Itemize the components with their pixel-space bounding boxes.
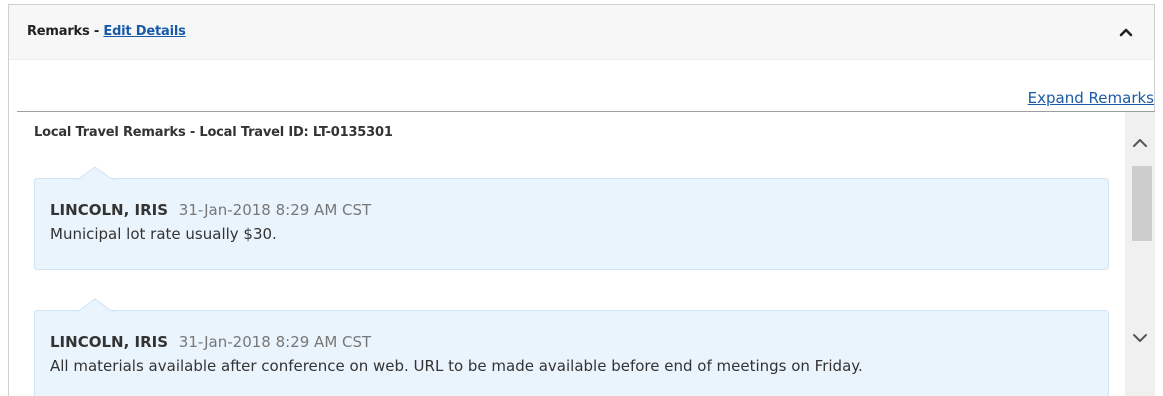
panel-title-text: Remarks - <box>27 24 104 39</box>
scroll-up-button[interactable] <box>1125 130 1155 156</box>
scroll-thumb[interactable] <box>1132 166 1152 241</box>
edit-details-link[interactable]: Edit Details <box>103 24 185 39</box>
chevron-up-icon <box>1119 28 1133 37</box>
remark-author: LINCOLN, IRIS <box>50 201 169 219</box>
remark-timestamp: 31-Jan-2018 8:29 AM CST <box>178 333 372 351</box>
vertical-scrollbar[interactable] <box>1125 112 1155 396</box>
remark-author: LINCOLN, IRIS <box>50 333 169 351</box>
scroll-down-button[interactable] <box>1125 325 1155 351</box>
remark-item: LINCOLN, IRIS 31-Jan-2018 8:29 AM CST Al… <box>34 298 1109 396</box>
remark-text: All materials available after conference… <box>50 357 863 375</box>
remarks-heading: Local Travel Remarks - Local Travel ID: … <box>34 125 393 140</box>
collapse-button[interactable] <box>1116 22 1136 42</box>
remark-meta: LINCOLN, IRIS 31-Jan-2018 8:29 AM CST <box>50 201 371 219</box>
chevron-down-icon <box>1133 334 1147 342</box>
remark-item: LINCOLN, IRIS 31-Jan-2018 8:29 AM CST Mu… <box>34 166 1109 270</box>
remark-text: Municipal lot rate usually $30. <box>50 225 277 243</box>
remarks-scroll-area[interactable]: Local Travel Remarks - Local Travel ID: … <box>17 112 1125 396</box>
panel-header: Remarks - Edit Details <box>9 5 1154 60</box>
panel-title: Remarks - Edit Details <box>27 24 186 39</box>
remark-timestamp: 31-Jan-2018 8:29 AM CST <box>178 201 372 219</box>
remarks-panel: Remarks - Edit Details Expand Remarks Lo… <box>8 4 1155 396</box>
expand-remarks-link[interactable]: Expand Remarks <box>1028 89 1154 107</box>
remark-meta: LINCOLN, IRIS 31-Jan-2018 8:29 AM CST <box>50 333 371 351</box>
remarks-container: Local Travel Remarks - Local Travel ID: … <box>17 111 1155 396</box>
chevron-up-icon <box>1133 139 1147 147</box>
